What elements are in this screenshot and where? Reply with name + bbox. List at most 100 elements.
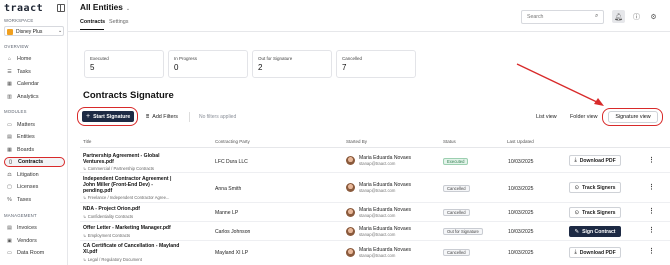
- contract-category: ↳ Legal / Regulatory Document: [83, 257, 142, 262]
- more-options-icon[interactable]: ⋮: [648, 207, 655, 215]
- more-options-icon[interactable]: ⋮: [648, 156, 655, 164]
- sidebar-item-litigation[interactable]: ⚖ Litigation: [4, 170, 65, 180]
- contract-category: ↳ Employment Contracts: [83, 233, 131, 238]
- action-label: Track Signers: [582, 209, 616, 216]
- last-updated: 10/03/2025: [508, 229, 534, 235]
- add-filters-label: Add Filters: [152, 114, 178, 120]
- contract-title[interactable]: CA Certificate of Cancellation - Mayland…: [83, 243, 183, 255]
- sidebar: traact WORKSPACE Disney Plus ⌄ OVERVIEW …: [0, 0, 68, 265]
- stat-card-executed: Executed 5: [84, 50, 164, 78]
- contracting-party: Manne LP: [215, 210, 239, 216]
- sidebar-item-home[interactable]: ⌂ Home: [4, 54, 65, 64]
- category-label: Legal / Regulatory Document: [87, 257, 142, 262]
- bell-icon[interactable]: 🔔︎: [612, 10, 625, 23]
- more-options-icon[interactable]: ⋮: [648, 247, 655, 255]
- action-label: Download PDF: [579, 157, 616, 164]
- last-updated: 10/03/2025: [508, 159, 534, 165]
- sidebar-item-matters[interactable]: ▭ Matters: [4, 120, 65, 130]
- sign-contract-button[interactable]: ✎ Sign Contract: [569, 226, 621, 237]
- page-title[interactable]: All Entities ⌄: [80, 2, 130, 12]
- app: traact WORKSPACE Disney Plus ⌄ OVERVIEW …: [0, 0, 670, 265]
- contract-title[interactable]: Independent Contractor Agreement | John …: [83, 176, 175, 194]
- last-updated: 10/03/2025: [508, 210, 534, 216]
- sidebar-item-calendar[interactable]: ▦ Calendar: [4, 79, 65, 89]
- contracting-party: Carlos Johnson: [215, 229, 251, 235]
- sidebar-item-label: Licenses: [17, 184, 39, 190]
- starter-email: stanap@traact.com: [359, 188, 396, 193]
- sidebar-item-taxes[interactable]: % Taxes: [4, 195, 65, 205]
- no-filters-text: No filters applied: [199, 114, 237, 120]
- table-row[interactable]: NDA - Project Orion.pdf ↳ Confidentialit…: [80, 204, 670, 222]
- sidebar-item-label: Home: [17, 56, 32, 62]
- list-view-button[interactable]: List view: [536, 114, 557, 120]
- workspace-selector[interactable]: Disney Plus ⌄: [4, 26, 64, 36]
- workspace-icon: [7, 28, 13, 35]
- invoice-icon: ▤: [7, 225, 12, 231]
- column-header-title[interactable]: Title: [83, 139, 91, 144]
- search-input[interactable]: [521, 10, 604, 24]
- start-signature-button[interactable]: + Start Signature: [82, 111, 134, 122]
- table-row[interactable]: Independent Contractor Agreement | John …: [80, 174, 670, 203]
- contract-title[interactable]: NDA - Project Orion.pdf: [83, 206, 203, 212]
- app-logo[interactable]: traact: [4, 3, 43, 14]
- sidebar-item-vendors[interactable]: ▣ Vendors: [4, 236, 65, 246]
- sidebar-item-label: Tasks: [17, 69, 31, 75]
- sidebar-item-analytics[interactable]: ▥ Analytics: [4, 92, 65, 102]
- last-updated: 10/03/2025: [508, 250, 534, 256]
- add-filters-button[interactable]: ⩩ Add Filters: [146, 114, 178, 121]
- stat-label: Executed: [90, 56, 109, 61]
- table-row[interactable]: CA Certificate of Cancellation - Mayland…: [80, 242, 670, 265]
- tab-settings[interactable]: Settings: [109, 19, 128, 25]
- track-signers-button[interactable]: ⊙ Track Signers: [569, 182, 621, 193]
- contract-category: ↳ Freelance / Independent Contractor Agr…: [83, 195, 170, 200]
- document-icon: ▯: [9, 159, 12, 165]
- table-row[interactable]: Partnership Agreement - Global Ventures.…: [80, 148, 670, 173]
- start-signature-label: Start Signature: [93, 113, 131, 120]
- download-icon: ⤓: [574, 157, 577, 163]
- sidebar-item-invoices[interactable]: ▤ Invoices: [4, 223, 65, 233]
- home-icon: ⌂: [7, 56, 12, 62]
- folder-view-button[interactable]: Folder view: [570, 114, 598, 120]
- download-pdf-button[interactable]: ⤓ Download PDF: [569, 247, 621, 258]
- track-icon: ⊙: [574, 209, 580, 216]
- stat-value: 7: [342, 63, 347, 72]
- building-icon: ▤: [7, 134, 12, 140]
- column-header-last-updated[interactable]: Last Updated: [507, 139, 534, 144]
- help-icon[interactable]: ⓘ: [630, 10, 643, 23]
- page-title-text: All Entities: [80, 2, 123, 12]
- column-header-party[interactable]: Contracting Party: [215, 139, 250, 144]
- contract-title[interactable]: Offer Letter - Marketing Manager.pdf: [83, 225, 203, 231]
- avatar: [346, 248, 355, 257]
- chart-icon: ▥: [7, 94, 12, 100]
- track-signers-button[interactable]: ⊙ Track Signers: [569, 207, 621, 218]
- sidebar-item-licenses[interactable]: ▢ Licenses: [4, 182, 65, 192]
- starter-email: stanap@traact.com: [359, 213, 396, 218]
- more-options-icon[interactable]: ⋮: [648, 183, 655, 191]
- contracting-party: LFC Dura LLC: [215, 159, 248, 165]
- sidebar-item-label: Analytics: [17, 94, 39, 100]
- sidebar-item-boards[interactable]: ▦ Boards: [4, 145, 65, 155]
- table-row[interactable]: Offer Letter - Marketing Manager.pdf ↳ E…: [80, 223, 670, 241]
- download-pdf-button[interactable]: ⤓ Download PDF: [569, 155, 621, 166]
- action-label: Sign Contract: [582, 228, 616, 235]
- more-options-icon[interactable]: ⋮: [648, 226, 655, 234]
- status-badge: Executed: [443, 158, 469, 165]
- modules-section-label: MODULES: [4, 109, 27, 114]
- sidebar-item-tasks[interactable]: ☰ Tasks: [4, 67, 65, 77]
- sidebar-item-contracts[interactable]: ▯ Contracts: [4, 157, 65, 167]
- sidebar-item-label: Litigation: [17, 172, 39, 178]
- header-divider: [68, 30, 670, 32]
- column-header-started-by[interactable]: Started By: [346, 139, 367, 144]
- action-label: Download PDF: [579, 249, 616, 256]
- gear-icon[interactable]: ⚙: [647, 10, 660, 23]
- column-header-status[interactable]: Status: [443, 139, 456, 144]
- stat-card-in-progress: In Progress 0: [168, 50, 248, 78]
- status-badge: Out for Signature: [443, 228, 483, 235]
- collapse-sidebar-icon[interactable]: [57, 4, 65, 12]
- contract-title[interactable]: Partnership Agreement - Global Ventures.…: [83, 153, 173, 165]
- stat-card-out-for-signature: Out for Signature 2: [252, 50, 332, 78]
- tab-contracts[interactable]: Contracts: [80, 19, 105, 25]
- category-label: Commercial / Partnership Contracts: [87, 166, 155, 171]
- sidebar-item-data-room[interactable]: ▭ Data Room: [4, 248, 65, 258]
- sidebar-item-entities[interactable]: ▤ Entities: [4, 132, 65, 142]
